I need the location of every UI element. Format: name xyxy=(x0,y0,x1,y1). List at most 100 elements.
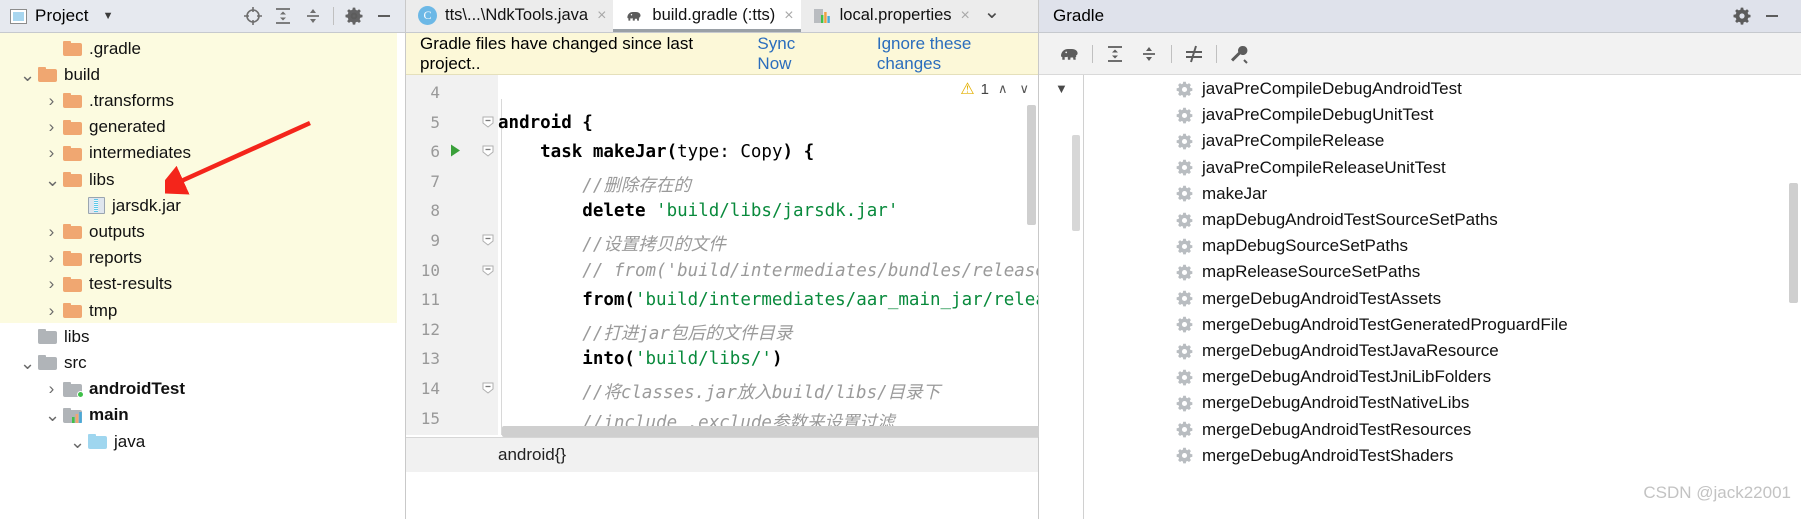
gradle-task-item[interactable]: mergeDebugAndroidTestGeneratedProguardFi… xyxy=(1039,312,1801,338)
tree-item--transforms[interactable]: › .transforms xyxy=(45,88,174,114)
chevron-right-icon[interactable]: › xyxy=(45,274,58,294)
chevron-down-icon[interactable]: ⌄ xyxy=(45,171,60,189)
tree-item-libs[interactable]: libs xyxy=(20,324,90,350)
code-line: //设置拷贝的文件 xyxy=(498,231,726,256)
sync-now-link[interactable]: Sync Now xyxy=(757,34,832,74)
close-icon[interactable]: × xyxy=(784,7,793,25)
editor-tab-2[interactable]: local.properties × xyxy=(801,0,977,32)
gradle-task-item[interactable]: mergeDebugAndroidTestResources xyxy=(1039,417,1801,443)
gear-icon[interactable] xyxy=(1727,3,1757,29)
code-token: android { xyxy=(498,112,593,133)
expand-all-icon[interactable] xyxy=(268,3,298,29)
gradle-task-label: makeJar xyxy=(1202,183,1268,203)
editor-vertical-scrollbar[interactable] xyxy=(1027,105,1036,225)
close-icon[interactable]: × xyxy=(961,7,970,25)
tree-item-tmp[interactable]: › tmp xyxy=(45,298,118,324)
editor-tab-0[interactable]: Ctts\...\NdkTools.java × xyxy=(406,0,613,32)
minimize-icon[interactable] xyxy=(1757,3,1787,29)
gradle-task-item[interactable]: mergeDebugAndroidTestShaders xyxy=(1039,443,1801,469)
chevron-right-icon[interactable]: › xyxy=(45,248,58,268)
tree-item-main[interactable]: ⌄ main xyxy=(45,402,129,428)
tree-item-build[interactable]: ⌄ build xyxy=(20,62,100,88)
tree-item-java[interactable]: ⌄ java xyxy=(70,429,145,455)
chevron-right-icon[interactable]: › xyxy=(45,379,58,399)
expand-all-icon[interactable] xyxy=(1098,40,1132,68)
tree-item-intermediates[interactable]: › intermediates xyxy=(45,140,191,166)
editor-tab-1[interactable]: build.gradle (:tts) × xyxy=(613,0,801,32)
minimize-icon[interactable] xyxy=(369,3,399,29)
editor-gutter[interactable]: 4 5 6 7 8 9 10 11 12 13 14 15 xyxy=(406,75,498,435)
code-fold-toggle[interactable] xyxy=(481,233,495,247)
chevron-right-icon[interactable]: › xyxy=(45,222,58,242)
inspection-widget[interactable]: ⚠ 1 ∧ ∨ xyxy=(960,79,1032,99)
tree-item-jarsdk-jar[interactable]: jarsdk.jar xyxy=(70,193,181,219)
source-root-dot-icon xyxy=(77,390,84,398)
chevron-down-icon[interactable]: ▼ xyxy=(103,10,114,22)
tree-item-test-results[interactable]: › test-results xyxy=(45,271,172,297)
previous-problem-icon[interactable]: ∧ xyxy=(995,81,1011,97)
tree-item-outputs[interactable]: › outputs xyxy=(45,219,145,245)
code-fold-toggle[interactable] xyxy=(481,115,495,129)
gradle-task-item[interactable]: mergeDebugAndroidTestNativeLibs xyxy=(1039,390,1801,416)
gradle-tool-window: Gradle ▼ javaPreCompileDebugAndroidTest … xyxy=(1039,0,1801,519)
chevron-down-icon[interactable]: ⌄ xyxy=(977,0,1007,32)
gradle-task-item[interactable]: mapDebugSourceSetPaths xyxy=(1039,233,1801,259)
chevron-down-icon[interactable]: ⌄ xyxy=(20,66,35,84)
code-token: // from('build/intermediates/bundles/rel… xyxy=(498,260,1038,281)
locate-icon[interactable] xyxy=(238,3,268,29)
tree-item-libs[interactable]: ⌄ libs xyxy=(45,167,115,193)
gear-icon[interactable] xyxy=(339,3,369,29)
tree-item--gradle[interactable]: .gradle xyxy=(45,36,141,62)
gradle-task-item[interactable]: mergeDebugAndroidTestJniLibFolders xyxy=(1039,364,1801,390)
tree-item-label: generated xyxy=(89,117,166,137)
gradle-task-item[interactable]: mergeDebugAndroidTestJavaResource xyxy=(1039,338,1801,364)
gradle-task-item[interactable]: mergeDebugAndroidTestAssets xyxy=(1039,286,1801,312)
chevron-down-icon[interactable]: ⌄ xyxy=(45,406,60,424)
gradle-task-item[interactable]: javaPreCompileReleaseUnitTest xyxy=(1039,155,1801,181)
tree-item-reports[interactable]: › reports xyxy=(45,245,142,271)
tree-item-generated[interactable]: › generated xyxy=(45,114,166,140)
close-icon[interactable]: × xyxy=(597,7,606,25)
collapse-all-icon[interactable] xyxy=(1132,40,1166,68)
breadcrumb[interactable]: android{} xyxy=(406,437,1038,472)
editor-horizontal-scrollbar[interactable] xyxy=(498,426,1047,437)
code-fold-toggle[interactable] xyxy=(481,381,495,395)
project-panel-title: Project xyxy=(35,6,89,25)
chevron-right-icon[interactable]: › xyxy=(45,143,58,163)
code-token: task makeJar( xyxy=(498,142,678,163)
gradle-task-item[interactable]: javaPreCompileDebugUnitTest xyxy=(1039,102,1801,128)
tree-item-src[interactable]: ⌄ src xyxy=(20,350,87,376)
code-line: //打进jar包后的文件目录 xyxy=(498,320,792,345)
gradle-task-item[interactable]: javaPreCompileDebugAndroidTest xyxy=(1039,76,1801,102)
wrench-icon[interactable] xyxy=(1222,40,1256,68)
code-token: 'build/intermediates/aar_main_jar/relea xyxy=(634,290,1038,311)
chevron-right-icon[interactable]: › xyxy=(45,301,58,321)
tree-item-label: .gradle xyxy=(89,38,141,58)
gradle-task-item[interactable]: mapReleaseSourceSetPaths xyxy=(1039,259,1801,285)
gradle-task-item[interactable]: javaPreCompileRelease xyxy=(1039,128,1801,154)
gradle-task-list[interactable]: ▼ javaPreCompileDebugAndroidTest javaPreC… xyxy=(1039,75,1801,519)
chevron-right-icon[interactable]: › xyxy=(45,117,58,137)
code-fold-end-marker[interactable] xyxy=(481,263,495,277)
chevron-down-icon[interactable]: ⌄ xyxy=(20,354,35,372)
next-problem-icon[interactable]: ∨ xyxy=(1016,81,1032,97)
gradle-task-item[interactable]: makeJar xyxy=(1039,181,1801,207)
project-tree[interactable]: .gradle ⌄ build › .transforms › generated › inte… xyxy=(0,33,405,519)
scrollbar-thumb[interactable] xyxy=(502,426,1047,437)
gradle-task-item[interactable]: mapDebugAndroidTestSourceSetPaths xyxy=(1039,207,1801,233)
code-text[interactable]: android { task makeJar(type: Copy) { //删… xyxy=(498,75,1038,435)
run-triangle-icon[interactable] xyxy=(448,143,463,161)
code-fold-toggle[interactable] xyxy=(481,144,495,158)
chevron-right-icon[interactable]: › xyxy=(45,91,58,111)
project-panel-header: Project ▼ xyxy=(0,0,405,33)
gear-task-icon xyxy=(1176,290,1193,307)
editor-tab-bar[interactable]: Ctts\...\NdkTools.java × build.gradle (:tt… xyxy=(406,0,1038,33)
elephant-sync-icon[interactable] xyxy=(1053,40,1087,68)
tree-item-androidtest[interactable]: › androidTest xyxy=(45,376,185,402)
ignore-changes-link[interactable]: Ignore these changes xyxy=(877,34,1038,74)
collapse-all-icon[interactable] xyxy=(298,3,328,29)
code-editor[interactable]: ⚠ 1 ∧ ∨ 4 5 6 7 8 9 10 11 12 13 14 15 android { tas… xyxy=(406,75,1047,472)
chevron-down-icon[interactable]: ⌄ xyxy=(70,433,85,451)
folder-orange-icon xyxy=(63,250,82,266)
toggle-offline-icon[interactable] xyxy=(1177,40,1211,68)
